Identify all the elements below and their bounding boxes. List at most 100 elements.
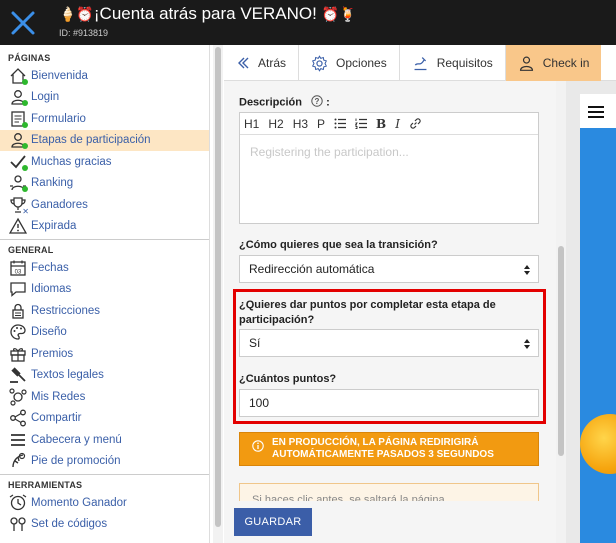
sidebar-item-label: Etapas de participación	[31, 134, 151, 147]
close-icon	[11, 11, 34, 34]
form-scrollbar[interactable]	[556, 81, 566, 543]
sidebar-item-fechas[interactable]: 03 Fechas	[0, 257, 209, 279]
sidebar-separator	[0, 474, 209, 475]
close-button[interactable]	[0, 0, 45, 45]
sidebar-item-expirada[interactable]: Expirada	[0, 216, 209, 238]
network-icon	[9, 388, 27, 406]
sidebar-item-cabecera-y-menu[interactable]: Cabecera y menú	[0, 429, 209, 451]
info-icon	[252, 440, 264, 456]
sidebar-section-title: HERRAMIENTAS	[8, 480, 83, 490]
description-label-suffix: :	[326, 96, 330, 109]
notice-line1: EN PRODUCCIÓN, LA PÁGINA REDIRIGIRÁ	[272, 437, 479, 448]
sidebar-item-label: Mis Redes	[31, 390, 86, 403]
sidebar-item-login[interactable]: Login	[0, 87, 209, 109]
sidebar-item-momento-ganador[interactable]: Momento Ganador	[0, 492, 209, 514]
sidebar-item-mis-redes[interactable]: Mis Redes	[0, 386, 209, 408]
numbered-list-icon[interactable]	[355, 118, 368, 129]
back-icon	[236, 56, 250, 70]
tab-options[interactable]: Opciones	[299, 45, 400, 81]
save-button[interactable]: GUARDAR	[234, 508, 312, 536]
sidebar-item-textos-legales[interactable]: Textos legales	[0, 365, 209, 387]
top-bar: 🍦⏰¡Cuenta atrás para VERANO! ⏰🍹 ID: #913…	[0, 0, 616, 45]
tab-requirements[interactable]: Requisitos	[400, 45, 506, 81]
points-select[interactable]: Sí	[239, 329, 539, 357]
hamburger-menu-icon[interactable]	[588, 106, 604, 108]
lock-icon	[9, 302, 27, 320]
toolbar-h3-button[interactable]: H3	[293, 117, 308, 131]
tab-requirements-label: Requisitos	[436, 56, 493, 70]
sidebar-item-label: Diseño	[31, 326, 67, 339]
link-icon[interactable]	[409, 117, 422, 130]
gavel-icon	[9, 366, 27, 384]
sidebar-scrollbar[interactable]	[213, 45, 223, 543]
sidebar-item-etapas-de-participacion[interactable]: Etapas de participación	[0, 129, 209, 151]
home-icon	[9, 67, 28, 85]
description-label-text: Descripción	[239, 96, 302, 109]
sidebar-item-formulario[interactable]: Formulario	[0, 108, 209, 130]
toolbar-h1-button[interactable]: H1	[244, 117, 259, 131]
sidebar-item-label: Momento Ganador	[31, 496, 127, 509]
share-icon	[9, 409, 27, 427]
transition-value: Redirección automática	[249, 262, 375, 276]
toolbar-h2-button[interactable]: H2	[268, 117, 283, 131]
tab-check-in[interactable]: Check in	[505, 45, 602, 81]
tab-back-label: Atrás	[258, 56, 287, 70]
svg-text:03: 03	[15, 269, 22, 275]
points-question-line1: ¿Quieres dar puntos por completar esta e…	[239, 299, 496, 311]
sidebar-scrollbar-thumb[interactable]	[215, 47, 221, 527]
clock-icon	[9, 494, 27, 512]
sidebar-item-label: Compartir	[31, 412, 82, 425]
bold-icon[interactable]: B	[376, 117, 386, 131]
transition-label: ¿Cómo quieres que sea la transición?	[239, 239, 438, 251]
sidebar-item-pie-de-promocion[interactable]: Pie de promoción	[0, 451, 209, 473]
palette-icon	[9, 323, 27, 341]
sidebar-section-title: GENERAL	[8, 245, 54, 255]
description-editor[interactable]: H1 H2 H3 P B I Registering the participa…	[239, 112, 539, 224]
preview-screen	[580, 94, 616, 543]
checkin-icon	[518, 55, 535, 72]
sidebar-item-label: Restricciones	[31, 304, 101, 317]
sidebar: PÁGINAS Bienvenida Login Formulario Etapas d…	[0, 45, 210, 543]
gift-icon	[9, 345, 27, 363]
status-x-icon: ✕	[22, 206, 29, 216]
points-count-input[interactable]: 100	[239, 389, 539, 417]
sidebar-item-idiomas[interactable]: Idiomas	[0, 279, 209, 301]
sidebar-item-label: Pie de promoción	[31, 455, 121, 468]
tab-options-label: Opciones	[336, 56, 387, 70]
bullet-list-icon[interactable]	[334, 118, 347, 129]
contest-id: ID: #913819	[59, 28, 109, 38]
sidebar-item-ganadores[interactable]: ✕ Ganadores	[0, 194, 209, 216]
warning-icon	[8, 217, 28, 235]
italic-icon[interactable]: I	[395, 117, 400, 131]
form-scrollbar-thumb[interactable]	[558, 246, 564, 456]
preview-header	[580, 94, 616, 128]
tab-back[interactable]: Atrás	[224, 45, 300, 81]
status-dot	[22, 121, 28, 128]
contest-title: 🍦⏰¡Cuenta atrás para VERANO! ⏰🍹	[59, 4, 356, 24]
transition-select[interactable]: Redirección automática	[239, 255, 539, 283]
chat-icon	[9, 280, 27, 298]
title-emoji-left: 🍦⏰	[59, 6, 94, 22]
sidebar-item-bienvenida[interactable]: Bienvenida	[0, 65, 209, 87]
title-text: ¡Cuenta atrás para VERANO!	[93, 4, 317, 23]
ranking-icon	[9, 174, 28, 193]
mobile-preview	[566, 81, 616, 543]
sidebar-item-diseno[interactable]: Diseño	[0, 322, 209, 344]
sidebar-item-restricciones[interactable]: Restricciones	[0, 300, 209, 322]
sidebar-item-muchas-gracias[interactable]: Muchas gracias	[0, 151, 209, 173]
sidebar-item-ranking[interactable]: Ranking	[0, 173, 209, 195]
points-count-value: 100	[249, 396, 270, 410]
toolbar-p-button[interactable]: P	[317, 117, 325, 131]
sidebar-item-label: Ganadores	[31, 198, 88, 211]
sidebar-item-label: Muchas gracias	[31, 155, 112, 168]
sidebar-item-premios[interactable]: Premios	[0, 343, 209, 365]
sidebar-item-label: Bienvenida	[31, 69, 88, 82]
sidebar-item-label: Fechas	[31, 261, 69, 274]
status-dot	[22, 143, 28, 150]
sidebar-item-label: Formulario	[31, 112, 86, 125]
sidebar-item-label: Idiomas	[31, 283, 72, 296]
sidebar-item-set-de-codigos[interactable]: Set de códigos	[0, 514, 209, 536]
sidebar-item-compartir[interactable]: Compartir	[0, 408, 209, 430]
help-icon[interactable]: ?	[311, 95, 323, 110]
requirements-icon	[412, 55, 429, 72]
